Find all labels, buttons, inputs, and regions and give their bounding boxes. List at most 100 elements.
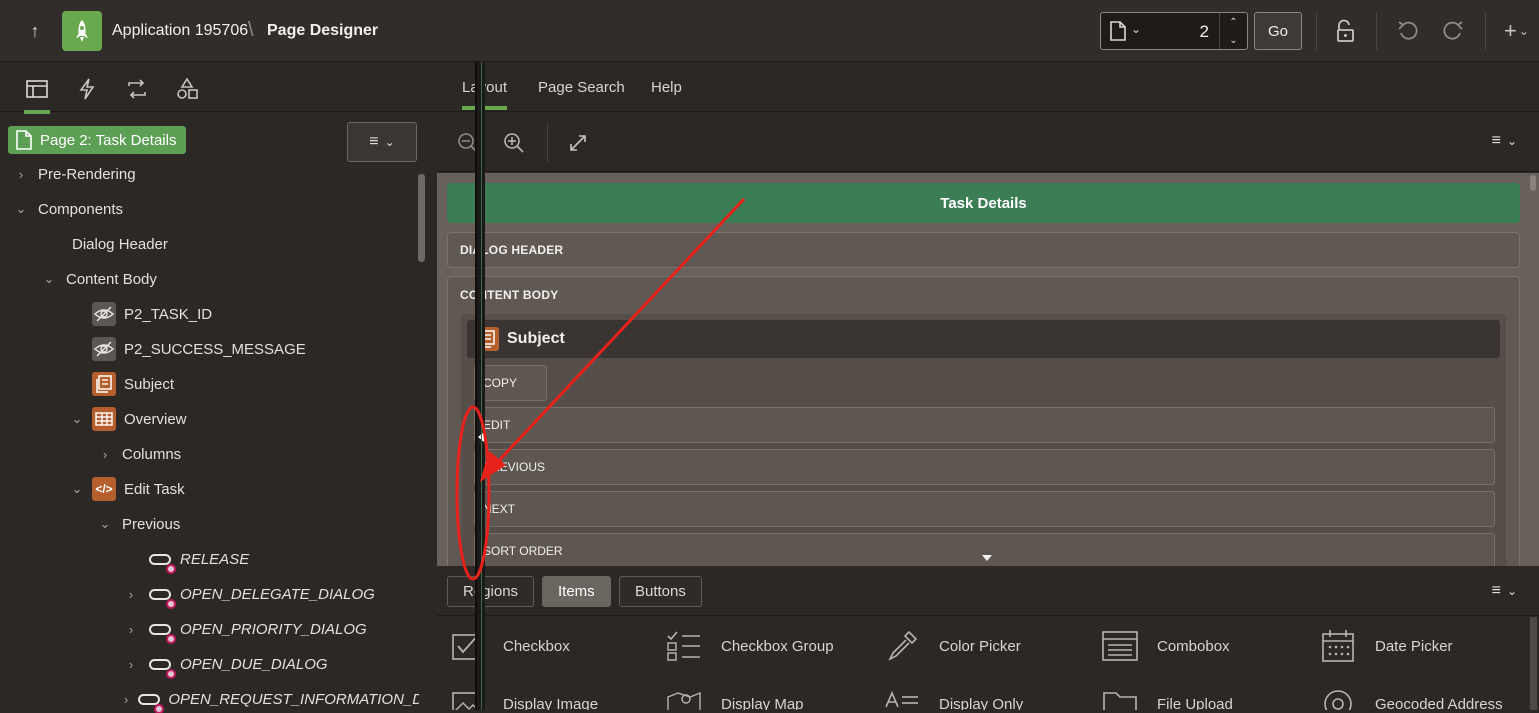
gallery-item-checkbox[interactable]: Checkbox [447, 629, 570, 663]
tab-help[interactable]: Help [651, 79, 682, 96]
tree-node-p2-task-id[interactable]: P2_TASK_ID [92, 300, 212, 328]
chevron-right-icon[interactable]: › [98, 447, 112, 462]
tree-node-open-delegate-dialog[interactable]: › OPEN_DELEGATE_DIALOG [124, 580, 375, 609]
hamburger-icon: ≡ [369, 133, 379, 150]
gallery-scrollbar[interactable] [1530, 617, 1537, 710]
tab-items[interactable]: Items [542, 576, 611, 607]
tree-menu-button[interactable]: ≡ ⌄ [347, 122, 417, 162]
gallery-item-color-picker[interactable]: Color Picker [883, 629, 1021, 663]
chevron-down-icon[interactable]: ⌄ [42, 271, 56, 287]
tab-page-search[interactable]: Page Search [538, 79, 625, 96]
slot-edit[interactable]: EDIT [474, 407, 1495, 443]
create-plus-icon[interactable]: + ⌄ [1504, 16, 1539, 46]
hamburger-icon: ≡ [1491, 582, 1501, 599]
gallery-item-display-image[interactable]: Display Image [447, 687, 598, 710]
layout-canvas[interactable]: Task Details DIALOG HEADER CONTENT BODY … [437, 173, 1539, 566]
page-node[interactable]: Page 2: Task Details [8, 126, 187, 154]
right-panel: Layout Page Search Help ≡⌄ Task Details … [437, 62, 1539, 710]
button-icon [138, 687, 165, 713]
gallery-item-date-picker[interactable]: Date Picker [1319, 629, 1453, 663]
spin-down-icon[interactable]: ⌄ [1229, 35, 1237, 46]
folder-icon [1101, 687, 1139, 710]
tree-node-content-body[interactable]: ⌄ Content Body [42, 265, 157, 293]
chevron-right-icon[interactable]: › [124, 692, 128, 707]
tree-node-release[interactable]: RELEASE [148, 545, 249, 574]
subject-region-header[interactable]: Subject [467, 320, 1500, 358]
chevron-right-icon[interactable]: › [124, 657, 138, 672]
eyedropper-icon [883, 629, 921, 663]
tab-buttons[interactable]: Buttons [619, 576, 702, 607]
chevron-right-icon[interactable]: › [124, 622, 138, 637]
tree-scrollbar[interactable] [418, 174, 425, 262]
page-number-spinner[interactable]: ⌃ ⌄ [1219, 13, 1247, 49]
chevron-down-icon: ⌄ [384, 135, 395, 149]
toolbar-divider [1376, 12, 1377, 50]
left-tabs [0, 62, 437, 114]
page-number-input[interactable]: 2 [1200, 22, 1209, 42]
spin-up-icon[interactable]: ⌃ [1229, 17, 1237, 28]
location-icon [1319, 687, 1357, 710]
tree-node-open-priority-dialog[interactable]: › OPEN_PRIORITY_DIALOG [124, 615, 367, 644]
chevron-right-icon[interactable]: › [14, 167, 28, 182]
unlock-icon[interactable] [1330, 16, 1360, 46]
layout-tabs: Layout Page Search Help [437, 62, 1539, 112]
gallery-tabs: Regions Items Buttons ≡ ⌄ [437, 566, 1539, 616]
hidden-item-icon [92, 337, 116, 361]
gallery-item-combobox[interactable]: Combobox [1101, 629, 1230, 663]
panel-splitter[interactable] [475, 62, 485, 710]
page-selector[interactable]: ⌄ 2 ⌃ ⌄ [1100, 12, 1248, 50]
chevron-down-icon[interactable]: ⌄ [14, 201, 28, 217]
gallery-item-file-upload[interactable]: File Upload [1101, 687, 1233, 710]
tree-node-components[interactable]: ⌄ Components [14, 195, 124, 223]
chevron-down-icon[interactable]: ⌄ [1131, 22, 1141, 36]
button-icon [148, 652, 176, 679]
tree-node-p2-success-message[interactable]: P2_SUCCESS_MESSAGE [92, 335, 306, 363]
left-panel: Page 2: Task Details ≡ ⌄ › Pre-Rendering … [0, 62, 437, 713]
toolbar-divider [547, 124, 548, 162]
page-node-label: Page 2: Task Details [40, 131, 177, 149]
go-button[interactable]: Go [1254, 12, 1302, 50]
tree-node-columns[interactable]: › Columns [98, 440, 181, 468]
tree-node-subject[interactable]: Subject [92, 370, 174, 398]
dialog-title-bar[interactable]: Task Details [447, 183, 1520, 223]
tree-node-overview[interactable]: ⌄ Overview [70, 405, 187, 433]
tree-node-open-due-dialog[interactable]: › OPEN_DUE_DIALOG [124, 650, 328, 679]
chevron-down-icon[interactable]: ⌄ [70, 481, 84, 497]
tree-node-edit-task[interactable]: ⌄ </> Edit Task [70, 475, 185, 503]
gallery-item-checkbox-group[interactable]: Checkbox Group [665, 629, 834, 663]
tree-node-open-request-information[interactable]: › OPEN_REQUEST_INFORMATION_DI [124, 685, 419, 713]
tree-node-pre-rendering[interactable]: › Pre-Rendering [14, 160, 136, 188]
undo-icon[interactable] [1393, 16, 1423, 46]
dialog-header-region[interactable]: DIALOG HEADER [447, 232, 1520, 268]
shared-components-tab-icon[interactable] [172, 74, 202, 104]
splitter-collapse-arrow-icon[interactable] [478, 432, 484, 442]
tree-node-previous[interactable]: ⌄ Previous [98, 510, 181, 538]
layout-menu-button[interactable]: ≡ ⌄ [1492, 132, 1517, 150]
chevron-down-icon[interactable]: ⌄ [98, 516, 112, 532]
gallery-menu-button[interactable]: ≡ ⌄ [1492, 582, 1517, 600]
dynamic-actions-tab-icon[interactable] [72, 74, 102, 104]
breadcrumb-separator: \ [248, 19, 254, 41]
rendering-tab-icon[interactable] [22, 74, 52, 114]
up-arrow-icon[interactable]: ↑ [20, 16, 50, 46]
slot-next[interactable]: NEXT [474, 491, 1495, 527]
chevron-right-icon[interactable]: › [124, 587, 138, 602]
gallery-item-display-map[interactable]: Display Map [665, 687, 804, 710]
app-rocket-icon[interactable] [62, 11, 102, 51]
slot-previous[interactable]: PREVIOUS [474, 449, 1495, 485]
zoom-in-icon[interactable] [501, 130, 527, 156]
caret-down-icon[interactable] [982, 555, 992, 561]
canvas-scrollbar[interactable] [1530, 175, 1536, 191]
expand-icon[interactable] [565, 130, 591, 156]
gallery-item-display-only[interactable]: Display Only [883, 687, 1023, 710]
tab-regions[interactable]: Regions [447, 576, 535, 607]
region-icon [92, 372, 116, 396]
slot-sort-order[interactable]: SORT ORDER [474, 533, 1495, 566]
gallery-item-geocoded-address[interactable]: Geocoded Address [1319, 687, 1503, 710]
redo-icon[interactable] [1438, 16, 1468, 46]
layout-toolbar: ≡ ⌄ [437, 112, 1539, 172]
processing-tab-icon[interactable] [122, 74, 152, 104]
app-name-link[interactable]: Application 195706 [112, 22, 248, 40]
chevron-down-icon[interactable]: ⌄ [70, 411, 84, 427]
tree-node-dialog-header[interactable]: Dialog Header [72, 230, 168, 258]
